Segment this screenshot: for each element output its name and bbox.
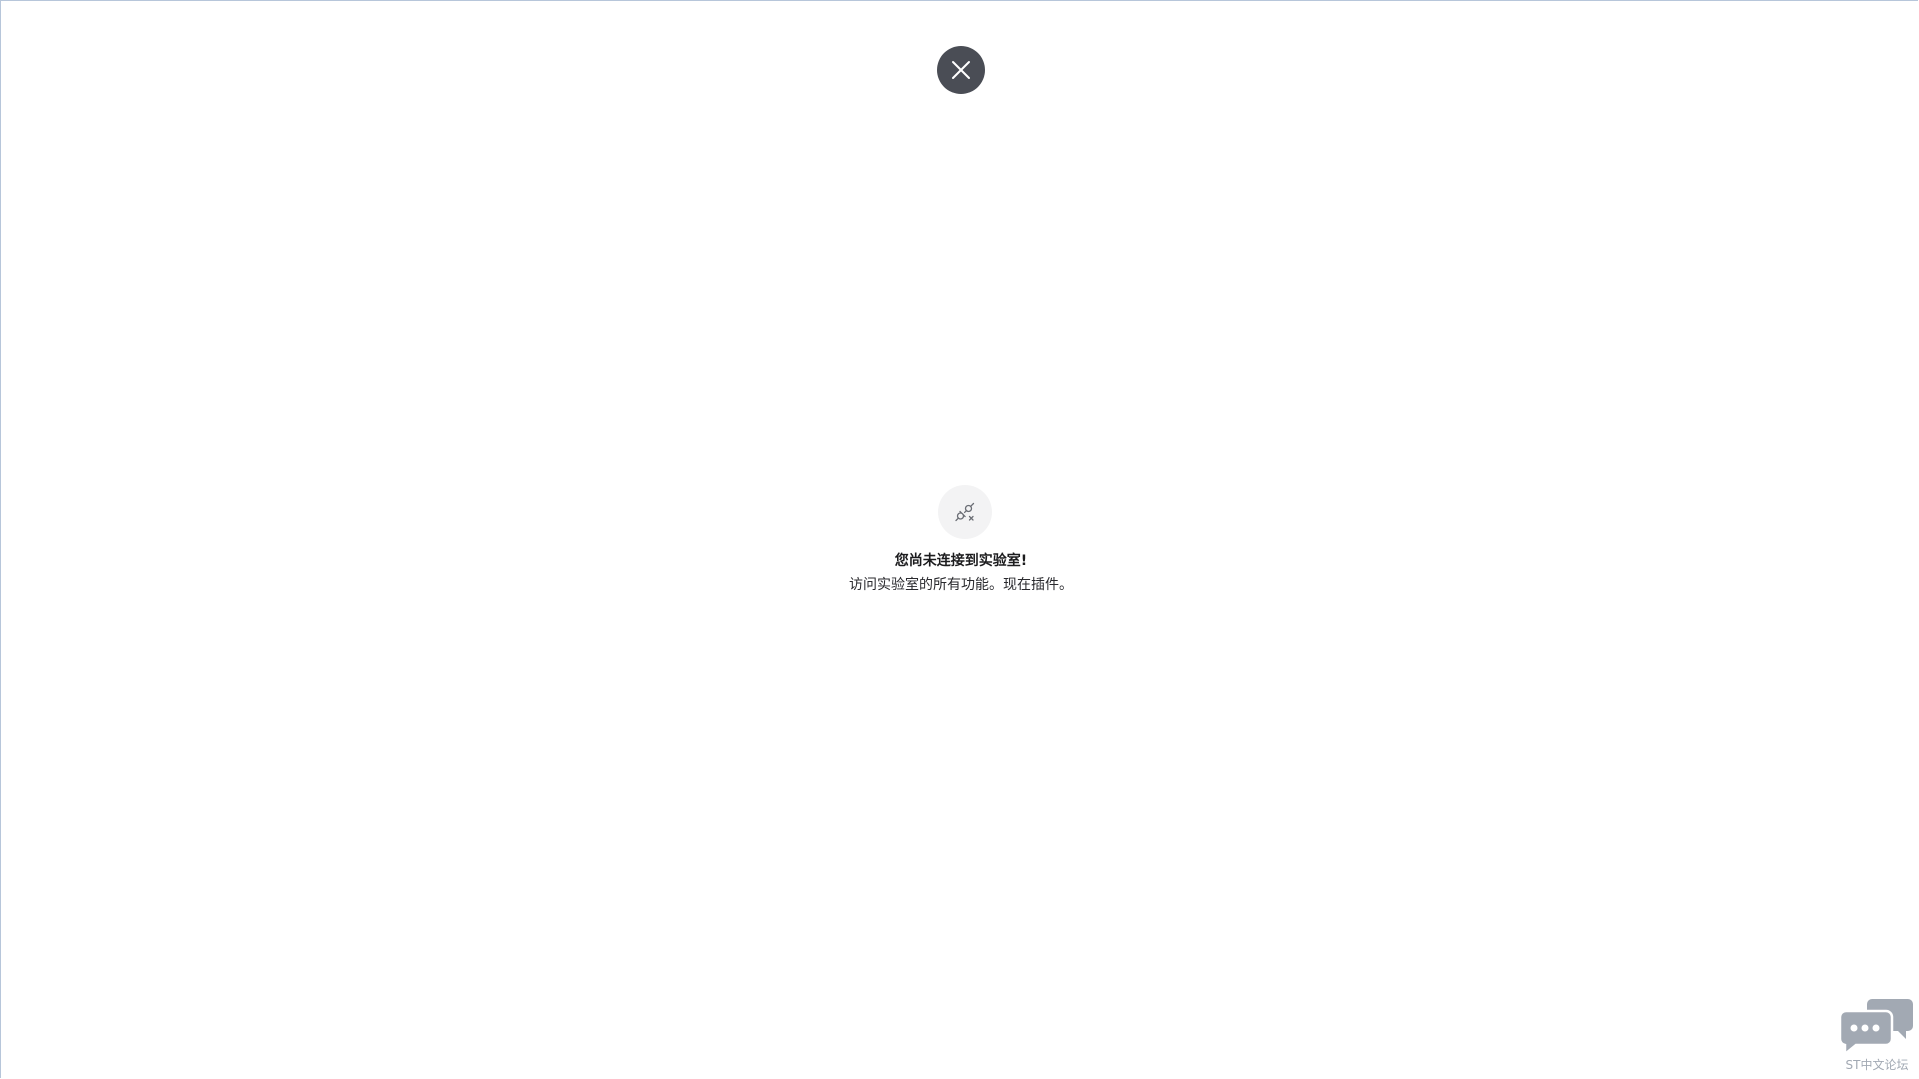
chat-bubbles-icon xyxy=(1838,999,1913,1057)
not-connected-panel: 您尚未连接到实验室! 访问实验室的所有功能。现在插件。 xyxy=(761,485,1161,595)
empty-state-title: 您尚未连接到实验室! xyxy=(894,553,1028,569)
forum-label: ST中文论坛 xyxy=(1845,1058,1909,1072)
close-button[interactable] xyxy=(937,46,985,94)
app-window: 您尚未连接到实验室! 访问实验室的所有功能。现在插件。 ST中文论坛 xyxy=(0,0,1918,1078)
forum-badge[interactable]: ST中文论坛 xyxy=(1838,995,1915,1075)
close-icon xyxy=(952,61,970,79)
unplugged-icon xyxy=(955,502,975,522)
empty-state-subtitle: 访问实验室的所有功能。现在插件。 xyxy=(849,577,1073,593)
plug-icon-container xyxy=(938,485,992,539)
